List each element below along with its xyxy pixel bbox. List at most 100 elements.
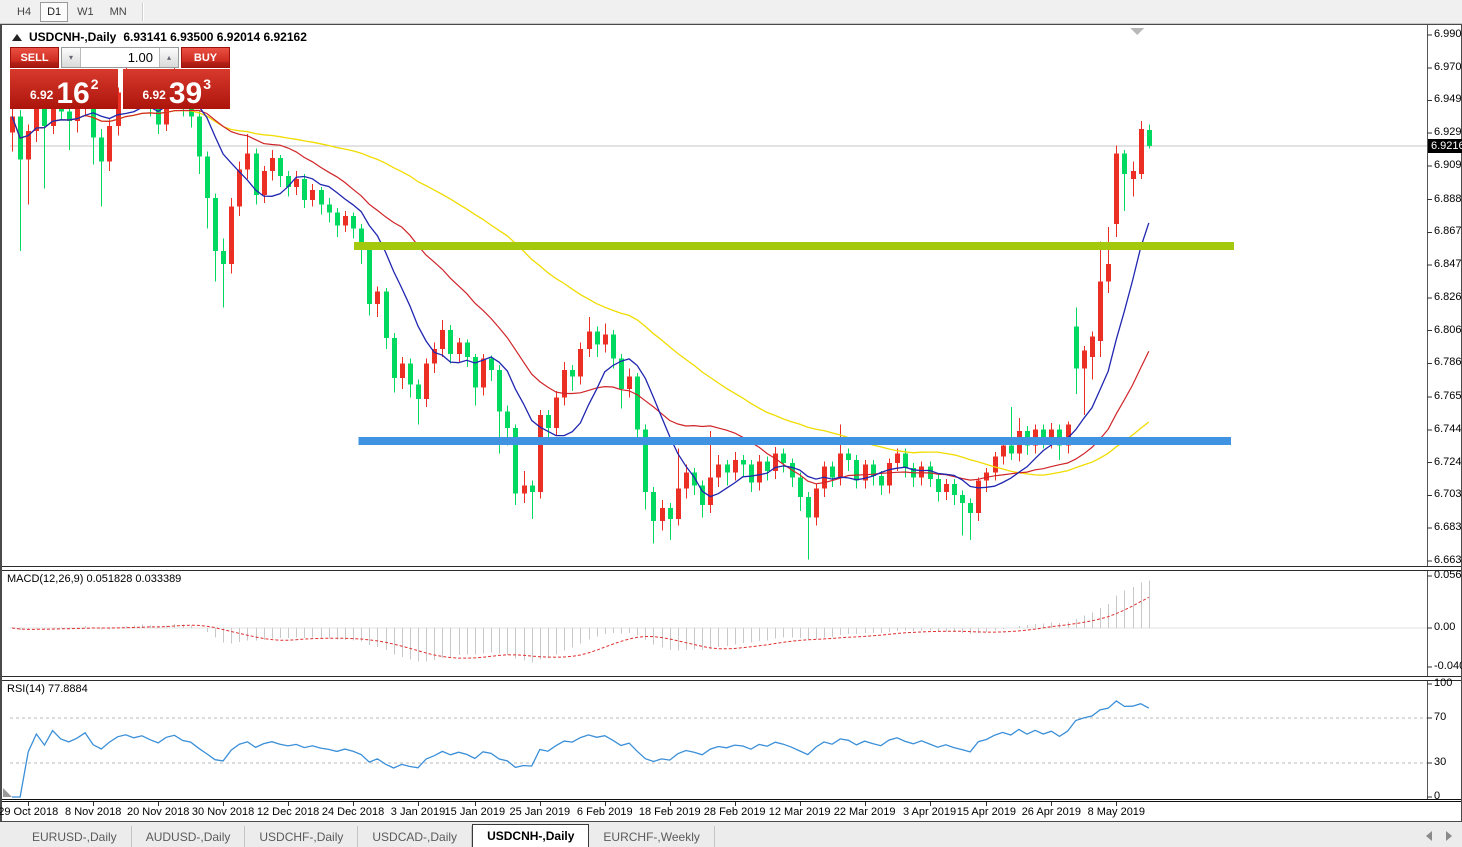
ask-price-box[interactable]: 6.92 39 3 [122, 69, 230, 110]
tab-usdchf-daily[interactable]: USDCHF-,Daily [245, 826, 359, 847]
timeframe-button-d1[interactable]: D1 [40, 1, 69, 22]
candle [1074, 326, 1079, 369]
rsi-canvas[interactable] [2, 681, 1462, 799]
tab-scroll-left-icon[interactable] [1426, 831, 1432, 841]
candle [887, 463, 892, 486]
candle [595, 331, 600, 345]
candle [635, 376, 640, 430]
price-tick-label: 6.82690 [1434, 290, 1462, 303]
chart-tab-bar: EURUSD-,Daily AUDUSD-,Daily USDCHF-,Daily U… [0, 822, 1462, 847]
tab-scroll-arrows [1426, 831, 1452, 841]
candle [1131, 170, 1136, 179]
candle [505, 411, 510, 428]
chart-title: USDCNH-,Daily 6.93141 6.93500 6.92014 6.… [12, 30, 307, 44]
bid-price-prefix: 6.92 [29, 88, 54, 102]
candle [1122, 153, 1127, 175]
scroll-marker-icon[interactable] [1130, 28, 1144, 35]
candle [1147, 130, 1152, 146]
pane-resize-grip[interactable] [3, 788, 12, 797]
support-ray[interactable] [358, 436, 1231, 445]
candle [846, 453, 851, 460]
tab-usdcnh-daily[interactable]: USDCNH-,Daily [472, 824, 590, 847]
macd-canvas[interactable] [2, 571, 1462, 676]
candle [781, 453, 786, 464]
candle [830, 466, 835, 478]
current-price-badge: 6.92162 [1428, 138, 1462, 153]
candle [976, 480, 981, 513]
price-tick-label: 6.74470 [1434, 422, 1462, 435]
candle [1090, 336, 1095, 358]
toolbar-separator [141, 2, 143, 21]
candle [489, 358, 494, 370]
one-click-trading-panel: SELL ▾ 1.00 ▴ BUY 6.92 16 2 6.92 39 3 [10, 47, 230, 109]
candle [367, 247, 372, 305]
candle [205, 156, 210, 199]
candle [400, 363, 405, 379]
tab-scroll-right-icon[interactable] [1446, 831, 1452, 841]
candle [34, 105, 39, 131]
buy-button[interactable]: BUY [181, 47, 230, 68]
volume-increase-icon[interactable]: ▴ [159, 48, 178, 67]
tab-eurusd-daily[interactable]: EURUSD-,Daily [18, 826, 132, 847]
candle [416, 384, 421, 399]
tab-audusd-daily[interactable]: AUDUSD-,Daily [132, 826, 246, 847]
macd-tick-label: -0.040218 [1434, 660, 1462, 672]
tab-eurchf-weekly[interactable]: EURCHF-,Weekly [589, 826, 715, 847]
timeframe-button-w1[interactable]: W1 [70, 2, 101, 22]
rsi-tick-label: 70 [1434, 710, 1447, 723]
candle [229, 206, 234, 265]
candle [262, 170, 267, 196]
ma-fast-line [11, 94, 1150, 498]
ma-slow-line [11, 109, 1150, 476]
candle [603, 334, 608, 345]
sell-button[interactable]: SELL [10, 47, 59, 68]
price-tick-label: 6.84730 [1434, 258, 1462, 271]
candle [1001, 445, 1006, 457]
candle [1139, 129, 1144, 175]
candle [448, 329, 453, 354]
timeframe-button-mn[interactable]: MN [103, 2, 134, 22]
collapse-arrow-icon[interactable] [12, 33, 22, 41]
candle [676, 488, 681, 520]
candle [903, 453, 908, 468]
volume-decrease-icon[interactable]: ▾ [62, 48, 81, 67]
volume-stepper: ▾ 1.00 ▴ [61, 47, 179, 68]
volume-input[interactable]: 1.00 [81, 48, 159, 67]
candle [668, 508, 673, 520]
candle [375, 291, 380, 305]
timeframe-toolbar: H4 D1 W1 MN [0, 0, 1462, 24]
bid-price-box[interactable]: 6.92 16 2 [10, 69, 118, 109]
candle [919, 466, 924, 478]
candle [806, 496, 811, 518]
candle [944, 483, 949, 492]
candle [424, 363, 429, 399]
ma-mid-line [11, 109, 1150, 485]
price-tick-label: 6.97030 [1434, 60, 1462, 73]
candle [213, 198, 218, 252]
candle [651, 491, 656, 521]
candle [627, 376, 632, 390]
ask-price-pips: 39 [168, 76, 203, 110]
price-tick-label: 6.88810 [1434, 192, 1462, 205]
candle [1098, 281, 1103, 342]
candle [1082, 350, 1087, 369]
tab-usdcad-daily[interactable]: USDCAD-,Daily [358, 826, 473, 847]
candle [725, 464, 730, 473]
candle [741, 459, 746, 465]
candle [660, 508, 665, 521]
timeframe-button-h4[interactable]: H4 [10, 2, 38, 22]
resistance-ray[interactable] [353, 241, 1235, 250]
date-label: 8 May 2019 [1087, 806, 1146, 818]
candle [335, 212, 340, 226]
candle [814, 488, 819, 518]
ask-price-point: 3 [203, 76, 212, 92]
macd-label: MACD(12,26,9) 0.051828 0.033389 [7, 573, 182, 585]
candle [310, 190, 315, 200]
rsi-tick-label: 0 [1434, 790, 1441, 802]
candle [749, 464, 754, 483]
candle [757, 461, 762, 483]
candle [619, 358, 624, 390]
trade-buttons-row: SELL ▾ 1.00 ▴ BUY [10, 47, 230, 68]
candle [221, 251, 226, 265]
candle [798, 477, 803, 497]
